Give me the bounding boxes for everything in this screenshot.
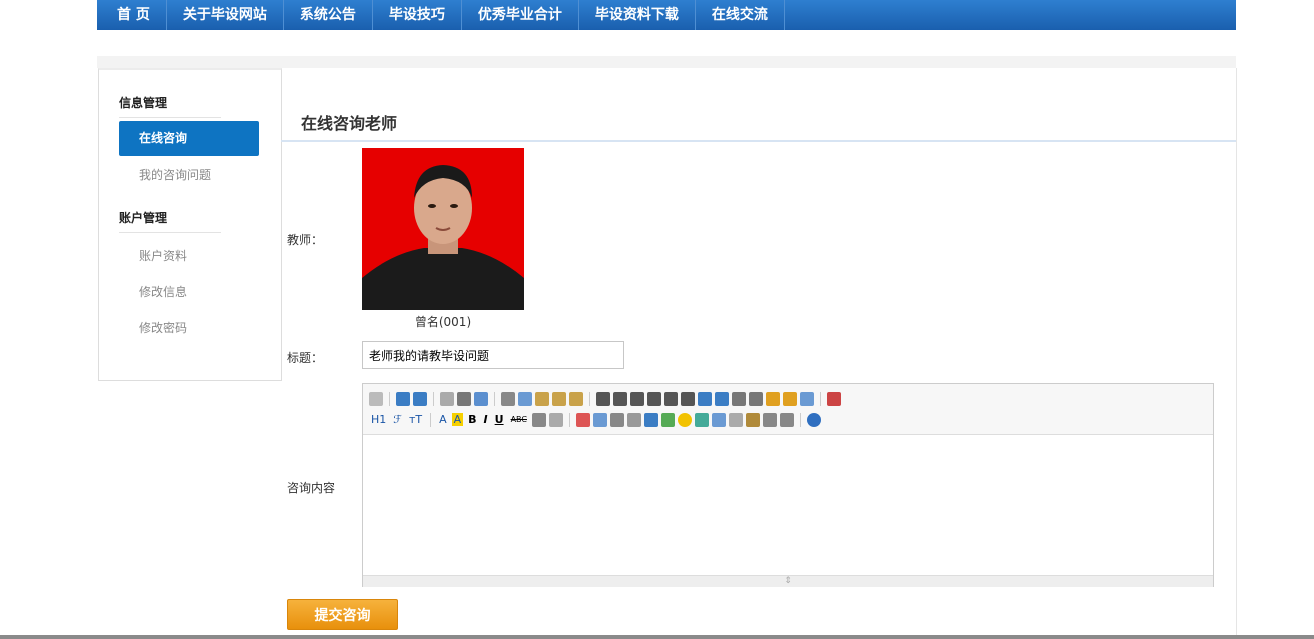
clear-format-icon[interactable] (766, 391, 780, 406)
code-icon[interactable] (711, 412, 726, 427)
copy-icon[interactable] (518, 391, 532, 406)
flash-icon[interactable] (592, 412, 607, 427)
top-navigation: 首 页 关于毕设网站 系统公告 毕设技巧 优秀毕业合计 毕设资料下载 在线交流 (97, 0, 1236, 30)
nav-home[interactable]: 首 页 (97, 0, 167, 30)
sidebar-group-title: 账户管理 (119, 209, 221, 233)
toolbar-separator (589, 391, 590, 406)
toolbar-separator (820, 391, 821, 406)
teacher-name: 曾名(001) (414, 315, 472, 329)
toolbar-separator (430, 412, 432, 427)
bold-button[interactable]: B (466, 413, 478, 426)
teacher-photo (362, 148, 524, 310)
unlink-icon[interactable] (779, 412, 794, 427)
cursor-icon[interactable] (800, 391, 814, 406)
link-icon[interactable] (762, 412, 777, 427)
heading-button[interactable]: H1 (369, 413, 388, 426)
content-label: 咨询内容 (287, 481, 336, 495)
align-left-icon[interactable] (596, 391, 610, 406)
sidebar-item-change-password[interactable]: 修改密码 (139, 319, 187, 336)
highlight-color-button[interactable]: A (451, 413, 464, 426)
media-icon[interactable] (609, 412, 624, 427)
sidebar: 信息管理 在线咨询 我的咨询问题 账户管理 账户资料 修改信息 修改密码 (98, 68, 282, 381)
nav-online-chat[interactable]: 在线交流 (696, 0, 785, 30)
paste-word-icon[interactable] (569, 391, 583, 406)
horizontal-rule-icon[interactable] (660, 412, 675, 427)
align-justify-icon[interactable] (647, 391, 661, 406)
indent-icon[interactable] (698, 391, 712, 406)
emoticon-icon[interactable] (677, 412, 692, 427)
header-spacer (97, 56, 1236, 68)
ordered-list-icon[interactable] (664, 391, 678, 406)
outdent-icon[interactable] (715, 391, 729, 406)
submit-consult-button[interactable]: 提交咨询 (287, 599, 398, 630)
cut-icon[interactable] (501, 391, 515, 406)
print-icon[interactable] (457, 391, 471, 406)
nav-excellent-projects[interactable]: 优秀毕业合计 (462, 0, 579, 30)
sidebar-group-title: 信息管理 (119, 94, 221, 118)
toolbar-row-1 (369, 388, 1207, 409)
teacher-label: 教师： (287, 233, 324, 247)
sidebar-item-edit-info[interactable]: 修改信息 (139, 283, 187, 300)
anchor-icon[interactable] (745, 412, 760, 427)
toolbar-separator (433, 391, 434, 406)
sidebar-group-info: 信息管理 (99, 94, 241, 118)
eraser-icon[interactable] (548, 412, 563, 427)
fullscreen-icon[interactable] (827, 391, 841, 406)
nav-announcements[interactable]: 系统公告 (284, 0, 373, 30)
template-icon[interactable] (474, 391, 488, 406)
sidebar-item-online-consult[interactable]: 在线咨询 (119, 121, 259, 156)
italic-button[interactable]: I (482, 413, 490, 426)
toolbar-separator (568, 412, 570, 427)
preview-icon[interactable] (440, 391, 454, 406)
sidebar-item-account-info[interactable]: 账户资料 (139, 247, 187, 264)
toolbar-separator (389, 391, 390, 406)
editor-resize-handle[interactable]: ⇕ (363, 575, 1213, 587)
line-height-icon[interactable] (531, 412, 546, 427)
sidebar-item-my-questions[interactable]: 我的咨询问题 (139, 166, 211, 183)
editor-toolbar: H1 ℱ тT A A B I U ABC (363, 384, 1213, 435)
attachment-icon[interactable] (626, 412, 641, 427)
subscript-icon[interactable] (732, 391, 746, 406)
nav-tips[interactable]: 毕设技巧 (373, 0, 462, 30)
editor-content-area[interactable] (363, 435, 1213, 575)
page-title: 在线咨询老师 (301, 114, 398, 133)
bottom-divider (0, 635, 1314, 639)
font-size-button[interactable]: тT (407, 413, 424, 426)
subject-label: 标题： (287, 351, 324, 365)
align-right-icon[interactable] (630, 391, 644, 406)
superscript-icon[interactable] (749, 391, 763, 406)
undo-icon[interactable] (396, 391, 410, 406)
select-all-icon[interactable] (783, 391, 797, 406)
toolbar-separator (494, 391, 495, 406)
paste-text-icon[interactable] (552, 391, 566, 406)
rich-text-editor: H1 ℱ тT A A B I U ABC ⇕ (362, 383, 1214, 587)
font-color-button[interactable]: A (437, 413, 449, 426)
source-icon[interactable] (369, 391, 383, 406)
paste-icon[interactable] (535, 391, 549, 406)
strikethrough-button[interactable]: ABC (509, 415, 529, 424)
font-family-button[interactable]: ℱ (391, 413, 404, 426)
sidebar-group-account: 账户管理 (99, 209, 241, 233)
picture-icon[interactable] (694, 412, 709, 427)
main-content: 在线咨询老师 教师： 曾名(001) 标题： 咨询内容 (281, 68, 1237, 639)
title-divider (281, 140, 1236, 142)
nav-about[interactable]: 关于毕设网站 (167, 0, 284, 30)
help-icon[interactable] (806, 412, 821, 427)
align-center-icon[interactable] (613, 391, 627, 406)
redo-icon[interactable] (413, 391, 427, 406)
image-icon[interactable] (575, 412, 590, 427)
subject-input[interactable] (362, 341, 624, 369)
unordered-list-icon[interactable] (681, 391, 695, 406)
page-break-icon[interactable] (728, 412, 743, 427)
toolbar-row-2: H1 ℱ тT A A B I U ABC (369, 409, 1207, 430)
nav-downloads[interactable]: 毕设资料下载 (579, 0, 696, 30)
underline-button[interactable]: U (493, 413, 506, 426)
toolbar-separator (799, 412, 801, 427)
table-icon[interactable] (643, 412, 658, 427)
